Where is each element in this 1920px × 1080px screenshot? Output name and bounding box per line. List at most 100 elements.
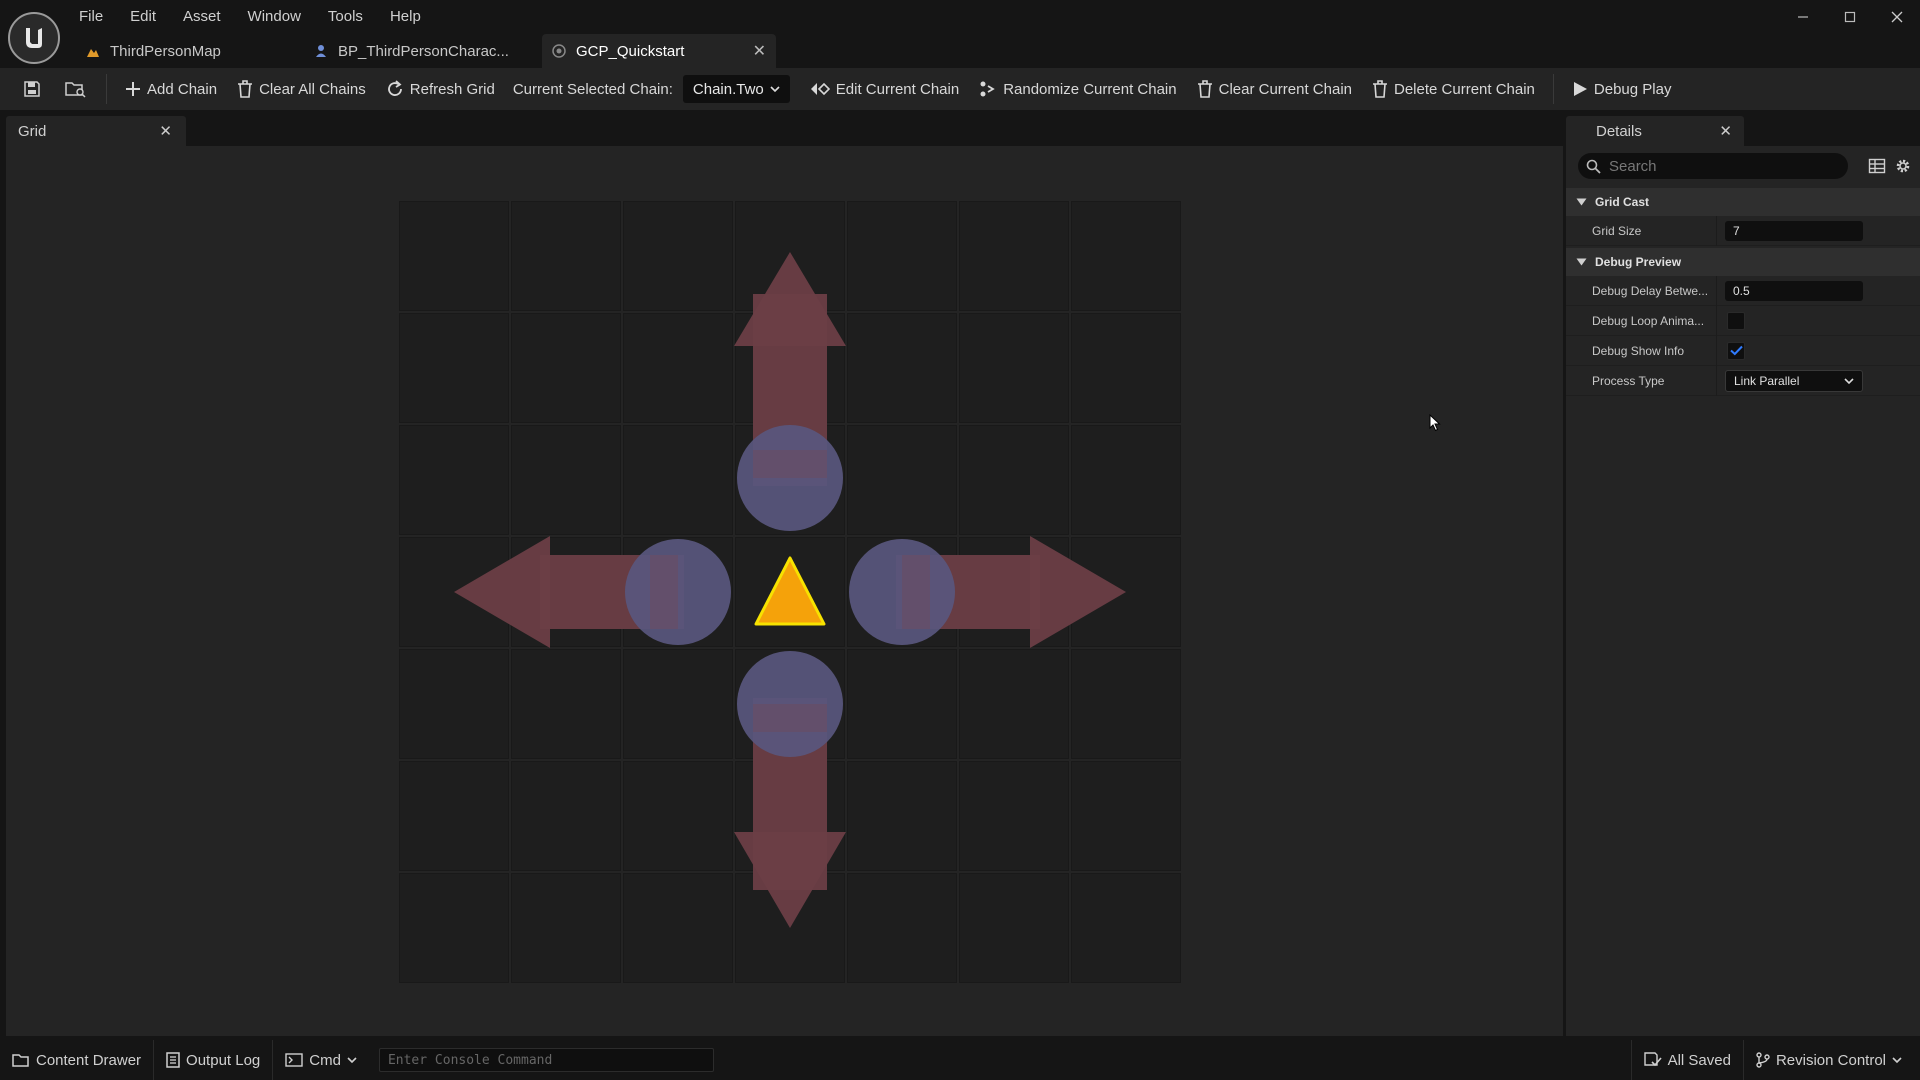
grid-cell[interactable]: [623, 761, 733, 871]
close-icon[interactable]: ✕: [1719, 122, 1732, 140]
tab-grid[interactable]: Grid ✕: [6, 116, 186, 146]
browse-folder-icon[interactable]: [54, 68, 98, 110]
grid-cell[interactable]: [511, 649, 621, 759]
grid-cell[interactable]: [399, 425, 509, 535]
process-type-dropdown[interactable]: Link Parallel: [1725, 369, 1863, 392]
menu-edit[interactable]: Edit: [130, 8, 171, 28]
cmd-dropdown[interactable]: Cmd: [273, 1040, 369, 1080]
tab-label: GCP_Quickstart: [576, 42, 685, 60]
chevron-down-icon: [1844, 377, 1854, 384]
edit-current-chain-label: Edit Current Chain: [835, 80, 960, 98]
category-grid-cast[interactable]: Grid Cast: [1566, 188, 1920, 216]
grid-cell[interactable]: [959, 313, 1069, 423]
revision-control-button[interactable]: Revision Control: [1744, 1040, 1920, 1080]
menu-help[interactable]: Help: [390, 8, 436, 28]
grid-cell[interactable]: [511, 761, 621, 871]
menu-tools[interactable]: Tools: [328, 8, 378, 28]
grid-cell[interactable]: [399, 201, 509, 311]
tab-gcp-quickstart[interactable]: GCP_Quickstart ✕: [542, 34, 776, 68]
grid-cell[interactable]: [959, 425, 1069, 535]
close-icon[interactable]: ✕: [159, 122, 172, 140]
grid-cell[interactable]: [1071, 761, 1181, 871]
grid-cell[interactable]: [511, 873, 621, 983]
grid-cell[interactable]: [623, 649, 733, 759]
grid-cell[interactable]: [511, 313, 621, 423]
all-saved-button[interactable]: All Saved: [1630, 1040, 1744, 1080]
tab-label: BP_ThirdPersonCharac...: [338, 42, 509, 60]
grid-cell[interactable]: [959, 761, 1069, 871]
grid-cell[interactable]: [399, 873, 509, 983]
grid-panel: Grid ✕: [6, 116, 1563, 1036]
grid-cell[interactable]: [399, 761, 509, 871]
content-drawer-button[interactable]: Content Drawer: [0, 1040, 155, 1080]
grid-cell[interactable]: [623, 313, 733, 423]
grid-cell[interactable]: [623, 201, 733, 311]
grid-viewport[interactable]: [6, 146, 1563, 1036]
details-panel: Details ✕ Search Grid Cast Grid Size 7 D: [1566, 116, 1920, 1036]
grid-cell[interactable]: [959, 201, 1069, 311]
clear-current-chain-button[interactable]: Clear Current Chain: [1187, 68, 1362, 110]
tab-bp-third-person-character[interactable]: BP_ThirdPersonCharac...: [304, 34, 532, 68]
clear-all-chains-button[interactable]: Clear All Chains: [227, 68, 376, 110]
grid-cell[interactable]: [1071, 649, 1181, 759]
grid-cell[interactable]: [511, 201, 621, 311]
toolbar: Add Chain Clear All Chains Refresh Grid …: [0, 68, 1920, 110]
grid-cell[interactable]: [399, 313, 509, 423]
edit-current-chain-button[interactable]: Edit Current Chain: [800, 68, 969, 110]
output-log-icon: [166, 1052, 180, 1068]
output-log-button[interactable]: Output Log: [154, 1040, 274, 1080]
grid-cell[interactable]: [1071, 313, 1181, 423]
grid-cell[interactable]: [847, 649, 957, 759]
grid-cell[interactable]: [847, 425, 957, 535]
grid-size-field[interactable]: 7: [1725, 220, 1863, 241]
gear-icon[interactable]: [1894, 157, 1912, 175]
maximize-icon[interactable]: [1826, 0, 1873, 34]
play-icon: [1573, 82, 1587, 96]
toolbar-divider: [106, 74, 107, 104]
tab-details[interactable]: Details ✕: [1566, 116, 1744, 146]
grid-cell[interactable]: [511, 425, 621, 535]
grid-cell[interactable]: [623, 873, 733, 983]
debug-show-info-checkbox[interactable]: [1727, 341, 1745, 360]
category-debug-preview[interactable]: Debug Preview: [1566, 248, 1920, 276]
grid-cell[interactable]: [1071, 425, 1181, 535]
randomize-current-chain-button[interactable]: Randomize Current Chain: [969, 68, 1186, 110]
grid-cell[interactable]: [847, 313, 957, 423]
unreal-logo-icon[interactable]: [8, 12, 60, 64]
close-icon[interactable]: ✕: [753, 41, 766, 61]
category-label: Debug Preview: [1595, 255, 1682, 269]
trash-icon: [238, 80, 253, 98]
grid-cell[interactable]: [847, 873, 957, 983]
grid-cell[interactable]: [623, 425, 733, 535]
grid-canvas[interactable]: [398, 200, 1182, 984]
table-view-icon[interactable]: [1868, 158, 1886, 174]
grid-cell[interactable]: [399, 649, 509, 759]
details-search-input[interactable]: Search: [1578, 153, 1848, 179]
current-chain-dropdown[interactable]: Chain.Two: [682, 75, 790, 103]
grid-cell[interactable]: [959, 649, 1069, 759]
grid-cell[interactable]: [1071, 873, 1181, 983]
grid-cell[interactable]: [847, 761, 957, 871]
menu-file[interactable]: File: [79, 8, 118, 28]
grid-cell[interactable]: [959, 873, 1069, 983]
save-icon[interactable]: [10, 68, 54, 110]
property-divider: [1716, 335, 1717, 366]
tab-third-person-map[interactable]: ThirdPersonMap: [76, 34, 304, 68]
debug-delay-field[interactable]: 0.5: [1725, 280, 1863, 301]
trash-icon: [1373, 80, 1387, 98]
grid-cell[interactable]: [1071, 201, 1181, 311]
grid-cell[interactable]: [847, 201, 957, 311]
menu-asset[interactable]: Asset: [183, 8, 236, 28]
property-debug-loop-animation: Debug Loop Anima...: [1566, 305, 1920, 336]
title-bar: File Edit Asset Window Tools Help ThirdP…: [0, 0, 1920, 68]
minimize-icon[interactable]: [1779, 0, 1826, 34]
details-body: Search Grid Cast Grid Size 7 Debug Previ…: [1566, 146, 1920, 1036]
debug-play-button[interactable]: Debug Play: [1562, 68, 1682, 110]
delete-current-chain-button[interactable]: Delete Current Chain: [1362, 68, 1545, 110]
debug-loop-checkbox[interactable]: [1727, 311, 1745, 330]
console-command-input[interactable]: Enter Console Command: [378, 1048, 714, 1072]
refresh-grid-button[interactable]: Refresh Grid: [376, 68, 505, 110]
menu-window[interactable]: Window: [248, 8, 316, 28]
close-window-icon[interactable]: [1873, 0, 1920, 34]
add-chain-button[interactable]: Add Chain: [115, 68, 227, 110]
